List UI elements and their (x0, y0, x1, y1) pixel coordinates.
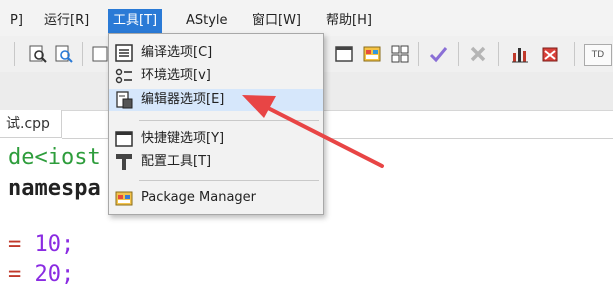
find-icon[interactable] (28, 44, 48, 64)
menu-item-environment-options[interactable]: 环境选项[v] (109, 65, 323, 87)
menu-bar: P] 运行[R] 工具[T] AStyle 窗口[W] 帮助[H] (0, 0, 613, 36)
editor-tab[interactable]: 试.cpp (0, 110, 62, 138)
code-line-assign-a: = 10; (8, 232, 74, 257)
menu-separator (139, 180, 319, 181)
chart-icon[interactable] (510, 44, 530, 64)
menu-project[interactable]: P] (10, 10, 23, 32)
package-manager-icon (115, 191, 133, 206)
menu-item-label: 编辑器选项[E] (141, 92, 225, 107)
code-line-assign-b: = 20; (8, 262, 74, 287)
shortcut-options-icon (115, 131, 133, 147)
toolbar-separator (418, 42, 419, 66)
menu-item-label: Package Manager (141, 190, 257, 205)
code-line-include: de<iost (8, 145, 101, 170)
menu-tools[interactable]: 工具[T] (108, 9, 163, 33)
menu-item-label: 编译选项[C] (141, 45, 213, 60)
toolbar-separator (14, 42, 15, 66)
replace-icon[interactable] (54, 44, 74, 64)
menu-item-compiler-options[interactable]: 编译选项[C] (109, 42, 323, 64)
menu-window[interactable]: 窗口[W] (252, 10, 301, 32)
code-operator: = (8, 232, 22, 257)
check-icon[interactable] (428, 44, 448, 64)
tools-dropdown-menu: 编译选项[C] 环境选项[v] 编辑器选项[E] 快捷键选项[Y] 配置工具[T (108, 33, 324, 215)
menu-help[interactable]: 帮助[H] (326, 10, 372, 32)
menu-item-label: 配置工具[T] (141, 154, 212, 169)
menu-astyle[interactable]: AStyle (186, 10, 228, 32)
toolbar-separator (498, 42, 499, 66)
delete-icon[interactable] (468, 44, 488, 64)
code-line-namespace: namespa (8, 176, 101, 201)
configure-tools-icon (116, 154, 132, 170)
code-value: 10; (34, 232, 75, 257)
environment-options-icon (115, 68, 132, 84)
toolbar-separator (458, 42, 459, 66)
menu-run[interactable]: 运行[R] (44, 10, 89, 32)
compiler-options-icon (115, 44, 133, 62)
menu-item-editor-options[interactable]: 编辑器选项[E] (109, 89, 323, 111)
menu-item-label: 环境选项[v] (141, 68, 211, 83)
editor-options-icon (116, 91, 133, 109)
td-button[interactable]: TD (584, 44, 612, 66)
class-browser-icon[interactable] (362, 44, 382, 64)
toolbar-separator (82, 42, 83, 66)
menu-item-configure-tools[interactable]: 配置工具[T] (109, 151, 323, 173)
menu-separator (139, 120, 319, 121)
code-operator: = (8, 262, 22, 287)
grid-icon[interactable] (390, 44, 410, 64)
window-icon[interactable] (334, 44, 354, 64)
debug-icon[interactable] (540, 44, 560, 64)
toolbar-separator (574, 42, 575, 66)
menu-item-shortcut-options[interactable]: 快捷键选项[Y] (109, 128, 323, 150)
menu-item-package-manager[interactable]: Package Manager (109, 187, 323, 209)
code-value: 20; (34, 262, 75, 287)
goto-icon[interactable] (90, 44, 110, 64)
menu-item-label: 快捷键选项[Y] (141, 131, 225, 146)
